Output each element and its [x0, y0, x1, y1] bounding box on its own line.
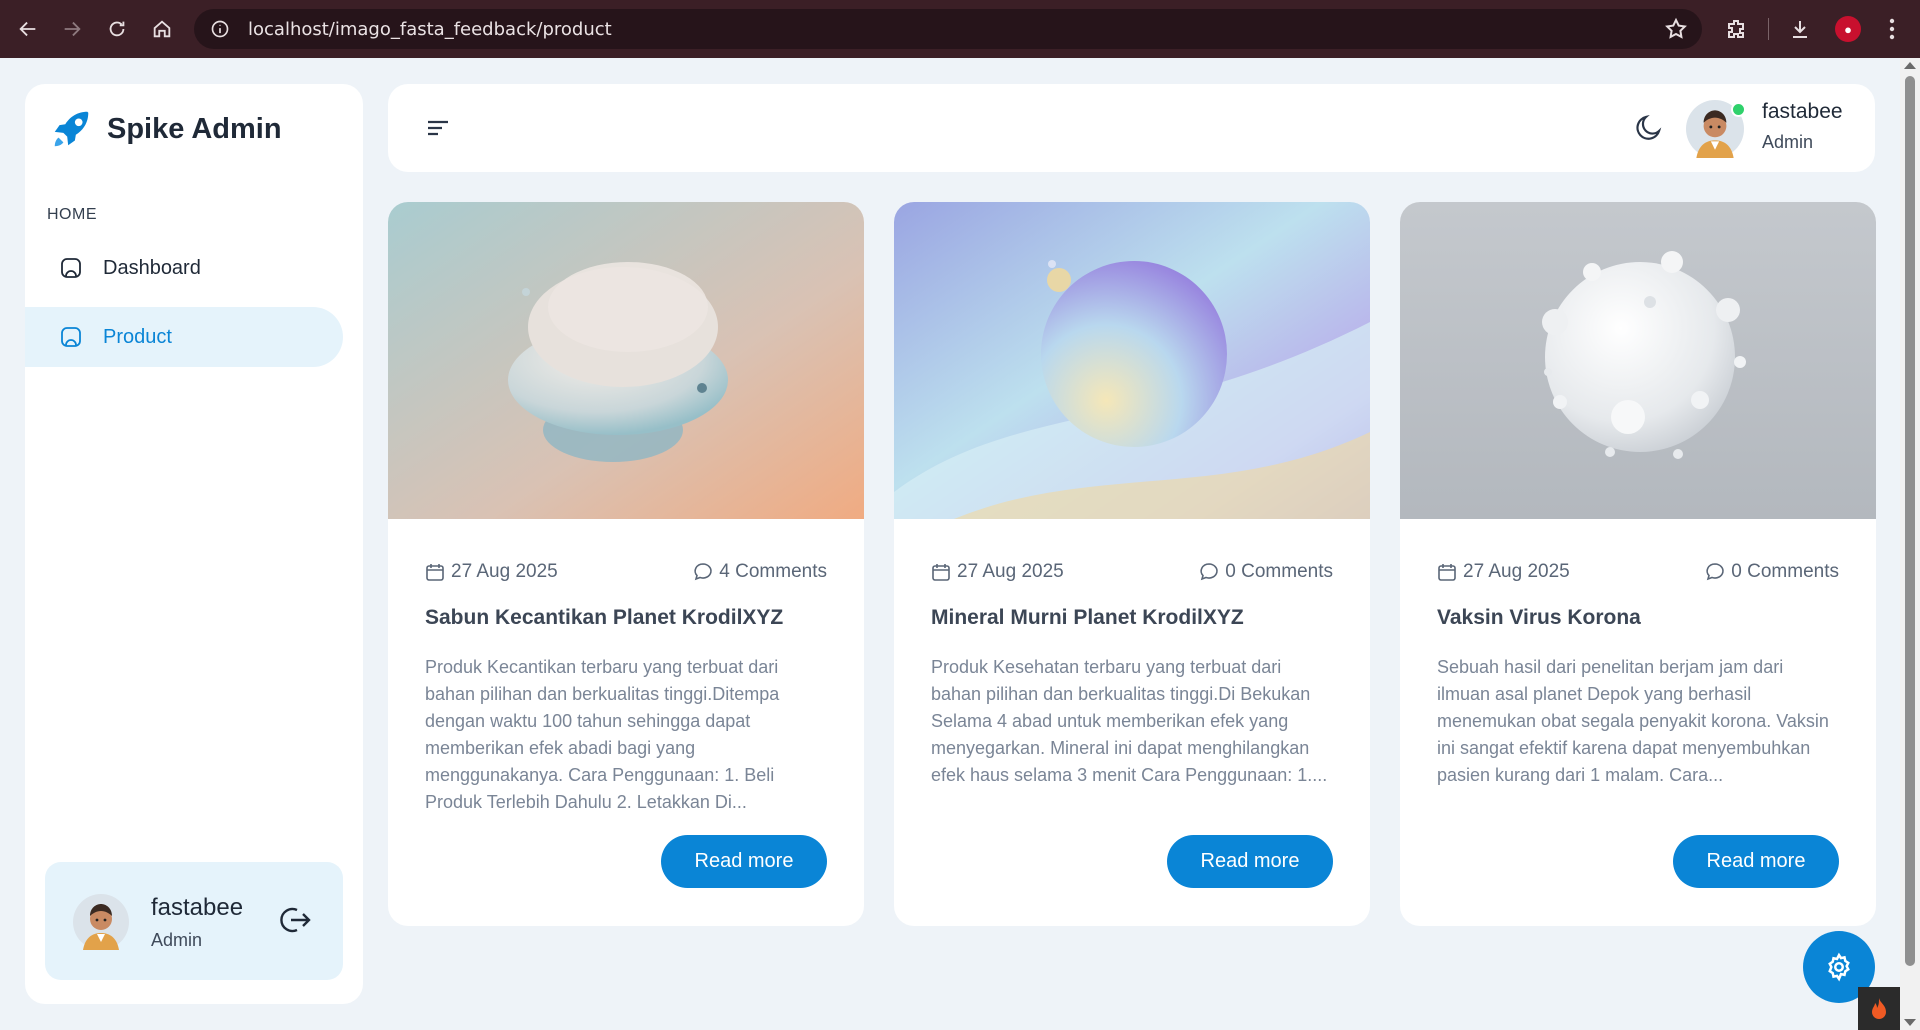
browser-toolbar: localhost/imago_fasta_feedback/product ●	[0, 0, 1920, 58]
home-icon[interactable]	[140, 7, 184, 51]
product-card: 27 Aug 2025 0 Comments Vaksin Virus Koro…	[1400, 202, 1876, 926]
product-card: 27 Aug 2025 4 Comments Sabun Kecantikan …	[388, 202, 864, 926]
address-bar[interactable]: localhost/imago_fasta_feedback/product	[194, 9, 1702, 49]
gear-icon	[1828, 952, 1850, 982]
screen-icon	[61, 327, 81, 347]
download-icon[interactable]	[1778, 7, 1822, 51]
card-comments[interactable]: 4 Comments	[693, 561, 827, 583]
comment-icon	[1200, 563, 1219, 581]
product-image	[894, 202, 1370, 519]
rocket-logo-icon	[54, 111, 89, 147]
calendar-icon	[426, 564, 444, 581]
card-title[interactable]: Mineral Murni Planet KrodilXYZ	[931, 606, 1340, 630]
scroll-up-arrow-icon[interactable]	[1904, 62, 1916, 69]
card-meta: 27 Aug 2025 4 Comments	[425, 558, 827, 586]
card-description: Produk Kecantikan terbaru yang terbuat d…	[425, 657, 780, 812]
menu-kebab-icon[interactable]	[1870, 7, 1914, 51]
header-avatar[interactable]	[1686, 100, 1746, 158]
header-user-name: fastabee	[1762, 100, 1843, 123]
product-card: 27 Aug 2025 0 Comments Mineral Murni Pla…	[894, 202, 1370, 926]
profile-avatar[interactable]: ●	[1826, 7, 1870, 51]
read-more-button[interactable]: Read more	[1673, 835, 1839, 888]
card-date: 27 Aug 2025	[425, 561, 558, 583]
product-image	[1400, 202, 1876, 519]
scroll-down-arrow-icon[interactable]	[1904, 1019, 1916, 1026]
flame-icon	[1872, 997, 1886, 1019]
comments-text: 0 Comments	[1731, 561, 1839, 582]
reload-icon[interactable]	[95, 7, 139, 51]
online-status-indicator	[1731, 102, 1746, 117]
brand[interactable]: Spike Admin	[49, 106, 282, 152]
card-description: Sebuah hasil dari penelitan berjam jam d…	[1437, 657, 1829, 785]
sidebar-user-card: fastabee Admin	[45, 862, 343, 980]
read-more-button[interactable]: Read more	[661, 835, 827, 888]
screen-icon	[61, 258, 81, 278]
brand-name: Spike Admin	[107, 112, 282, 145]
profile-icon: ●	[1835, 16, 1861, 42]
product-image	[388, 202, 864, 519]
page-scrollbar[interactable]	[1900, 58, 1920, 1030]
comments-text: 4 Comments	[719, 561, 827, 582]
nav-section-heading: HOME	[47, 206, 97, 223]
site-info-icon[interactable]	[208, 17, 232, 41]
comments-text: 0 Comments	[1225, 561, 1333, 582]
date-text: 27 Aug 2025	[957, 561, 1064, 582]
user-role: Admin	[151, 930, 203, 950]
comment-icon	[1706, 563, 1725, 581]
scroll-thumb[interactable]	[1905, 76, 1915, 966]
dark-mode-moon-icon[interactable]	[1632, 110, 1666, 144]
user-name: fastabee	[151, 894, 244, 921]
bookmark-star-icon[interactable]	[1664, 17, 1688, 46]
sidebar-item-dashboard[interactable]: Dashboard	[25, 238, 343, 298]
card-title[interactable]: Sabun Kecantikan Planet KrodilXYZ	[425, 606, 834, 630]
card-date: 27 Aug 2025	[1437, 561, 1570, 583]
sidebar-item-label: Product	[103, 325, 172, 348]
card-comments[interactable]: 0 Comments	[1199, 561, 1333, 583]
card-meta: 27 Aug 2025 0 Comments	[931, 558, 1333, 586]
extensions-icon[interactable]	[1714, 7, 1758, 51]
forward-icon[interactable]	[50, 7, 94, 51]
sidebar: Spike Admin HOME Dashboard Product fasta…	[25, 84, 363, 1004]
toolbar-divider	[1768, 18, 1769, 40]
calendar-icon	[932, 564, 950, 581]
card-description: Produk Kesehatan terbaru yang terbuat da…	[931, 657, 1328, 785]
logout-icon[interactable]	[277, 902, 313, 938]
card-comments[interactable]: 0 Comments	[1705, 561, 1839, 583]
date-text: 27 Aug 2025	[451, 561, 558, 582]
menu-toggle-icon[interactable]	[424, 114, 452, 142]
comment-icon	[694, 563, 713, 581]
card-date: 27 Aug 2025	[931, 561, 1064, 583]
avatar	[73, 894, 129, 950]
flame-widget[interactable]	[1858, 987, 1900, 1030]
sidebar-item-label: Dashboard	[103, 256, 201, 279]
read-more-button[interactable]: Read more	[1167, 835, 1333, 888]
back-icon[interactable]	[6, 7, 50, 51]
card-meta: 27 Aug 2025 0 Comments	[1437, 558, 1839, 586]
top-header: fastabee Admin	[388, 84, 1875, 172]
header-user-role: Admin	[1762, 132, 1814, 152]
card-title[interactable]: Vaksin Virus Korona	[1437, 606, 1846, 630]
calendar-icon	[1438, 564, 1456, 581]
url-text[interactable]: localhost/imago_fasta_feedback/product	[248, 19, 612, 40]
sidebar-item-product[interactable]: Product	[25, 307, 343, 367]
date-text: 27 Aug 2025	[1463, 561, 1570, 582]
